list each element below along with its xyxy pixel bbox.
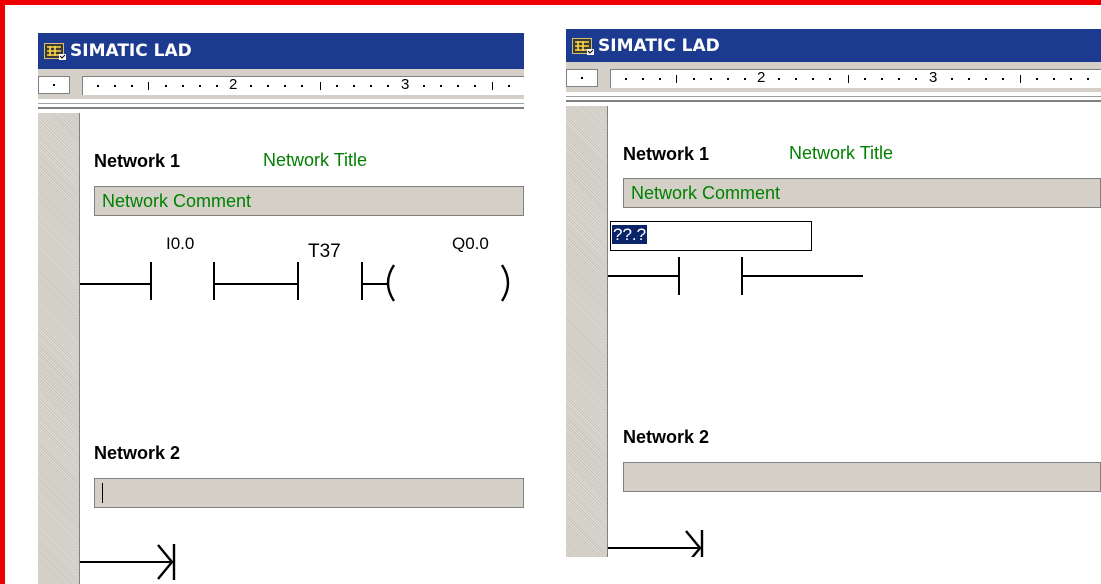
contact-1-right-bar[interactable]	[213, 262, 215, 300]
right-editor-window: SIMATIC LAD 2 3 Network 1 Network Title …	[566, 29, 1101, 557]
right-ruler[interactable]: 2 3	[610, 69, 1101, 88]
left-editor-window: SIMATIC LAD 2 3 Network 1 Network Title …	[38, 33, 524, 584]
right-ladder-editor[interactable]: Network 1 Network Title Network Comment …	[608, 106, 1101, 557]
output-coil-icon[interactable]	[380, 261, 524, 305]
contact-2-right-bar[interactable]	[361, 262, 363, 300]
rung-segment	[741, 275, 863, 277]
ruler-number-3: 3	[401, 76, 410, 93]
rung-segment	[213, 283, 297, 285]
left-title-text: SIMATIC LAD	[70, 41, 192, 61]
text-cursor	[102, 483, 103, 503]
ruler-number-2: 2	[757, 69, 766, 86]
network-end-arrow-icon	[608, 530, 704, 557]
right-separator	[566, 92, 1101, 106]
right-title-text: SIMATIC LAD	[598, 35, 720, 56]
contact-1-address[interactable]: I0.0	[166, 234, 194, 254]
network-end-arrow-icon	[80, 544, 176, 580]
network-2-comment-box[interactable]	[623, 462, 1101, 492]
left-separator	[38, 99, 524, 113]
left-ruler-corner[interactable]	[38, 76, 70, 94]
network-2-label[interactable]: Network 2	[94, 443, 180, 464]
right-title-bar[interactable]: SIMATIC LAD	[566, 29, 1101, 62]
power-rail-segment	[80, 283, 150, 285]
network-1-comment-box[interactable]: Network Comment	[623, 178, 1101, 208]
left-ruler[interactable]: 2 3	[82, 76, 524, 95]
right-network-gutter[interactable]	[566, 106, 608, 557]
right-ruler-strip: 2 3	[566, 62, 1101, 92]
simatic-ladder-icon	[44, 42, 66, 60]
network-1-comment-box[interactable]: Network Comment	[94, 186, 524, 216]
contact-1-left-bar[interactable]	[150, 262, 152, 300]
network-2-comment-box[interactable]	[94, 478, 524, 508]
network-1-title[interactable]: Network Title	[789, 143, 893, 164]
contact-left-bar[interactable]	[678, 257, 680, 295]
power-rail-segment	[608, 275, 678, 277]
left-ladder-editor[interactable]: Network 1 Network Title Network Comment …	[80, 113, 524, 584]
right-ruler-corner[interactable]	[566, 69, 598, 87]
contact-address-selected-text: ??.?	[612, 225, 648, 244]
contact-2-left-bar[interactable]	[297, 262, 299, 300]
contact-2-address[interactable]: T37	[308, 241, 341, 263]
simatic-ladder-icon	[572, 37, 594, 55]
left-network-gutter[interactable]	[38, 113, 80, 584]
left-title-bar[interactable]: SIMATIC LAD	[38, 33, 524, 69]
left-ruler-strip: 2 3	[38, 69, 524, 99]
ruler-number-2: 2	[229, 76, 238, 93]
contact-address-input[interactable]: ??.?	[610, 221, 812, 251]
coil-address[interactable]: Q0.0	[452, 234, 489, 254]
network-2-label[interactable]: Network 2	[623, 427, 709, 448]
ruler-number-3: 3	[929, 69, 938, 86]
network-1-comment: Network Comment	[102, 191, 252, 211]
network-1-label[interactable]: Network 1	[94, 151, 180, 172]
network-1-title[interactable]: Network Title	[263, 150, 367, 171]
network-1-label[interactable]: Network 1	[623, 144, 709, 165]
network-1-comment: Network Comment	[631, 183, 781, 203]
